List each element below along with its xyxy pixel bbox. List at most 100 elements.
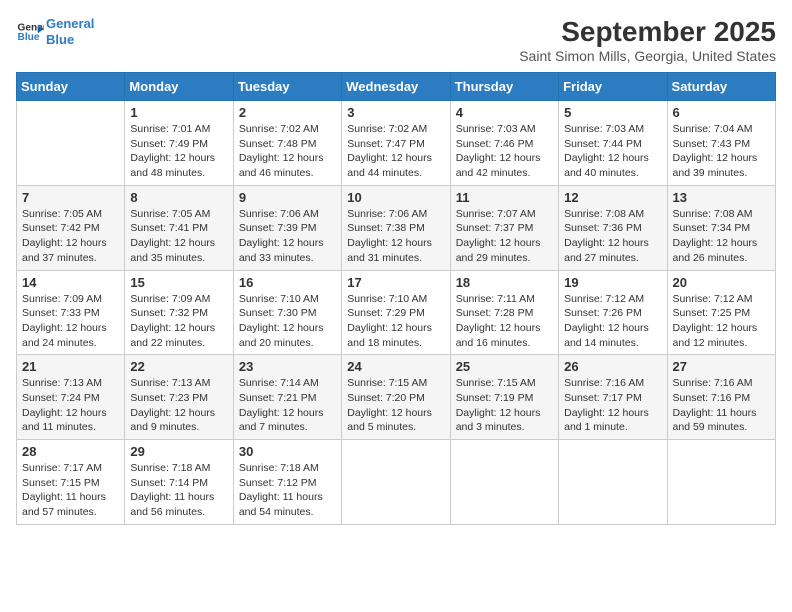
calendar-cell: 23 Sunrise: 7:14 AMSunset: 7:21 PMDayligh… [233,355,341,440]
day-number: 25 [456,359,553,374]
calendar-cell: 20Sunrise: 7:12 AMSunset: 7:25 PMDayligh… [667,270,775,355]
day-info: Sunrise: 7:01 AMSunset: 7:49 PMDaylight:… [130,122,227,181]
logo-line1: General [46,16,94,31]
calendar-cell: 5Sunrise: 7:03 AMSunset: 7:44 PMDaylight… [559,101,667,186]
day-info: Sunrise: 7:18 AMSunset: 7:14 PMDaylight:… [130,461,227,520]
logo-text: General Blue [46,16,94,47]
location-title: Saint Simon Mills, Georgia, United State… [519,48,776,64]
day-number: 17 [347,275,444,290]
day-number: 14 [22,275,119,290]
calendar-cell [450,440,558,525]
day-info: Sunrise: 7:17 AMSunset: 7:15 PMDaylight:… [22,461,119,520]
calendar-cell: 8 Sunrise: 7:05 AMSunset: 7:41 PMDaylight… [125,185,233,270]
day-info: Sunrise: 7:10 AMSunset: 7:29 PMDaylight:… [347,292,444,351]
calendar-cell [667,440,775,525]
header-friday: Friday [559,73,667,101]
calendar-cell: 28 Sunrise: 7:17 AMSunset: 7:15 PMDayligh… [17,440,125,525]
month-title: September 2025 [519,16,776,48]
day-number: 28 [22,444,119,459]
day-number: 23 [239,359,336,374]
day-number: 8 [130,190,227,205]
day-info: Sunrise: 7:09 AMSunset: 7:33 PMDaylight:… [22,292,119,351]
calendar-body: 1 Sunrise: 7:01 AMSunset: 7:49 PMDaylight… [17,101,776,525]
calendar-cell: 26 Sunrise: 7:16 AMSunset: 7:17 PMDayligh… [559,355,667,440]
day-info: Sunrise: 7:04 AMSunset: 7:43 PMDaylight:… [673,122,770,181]
day-number: 5 [564,105,661,120]
day-number: 27 [673,359,770,374]
calendar-cell: 12Sunrise: 7:08 AMSunset: 7:36 PMDayligh… [559,185,667,270]
calendar-cell: 15 Sunrise: 7:09 AMSunset: 7:32 PMDayligh… [125,270,233,355]
calendar-table: SundayMondayTuesdayWednesdayThursdayFrid… [16,72,776,525]
day-number: 30 [239,444,336,459]
header-tuesday: Tuesday [233,73,341,101]
day-info: Sunrise: 7:05 AMSunset: 7:41 PMDaylight:… [130,207,227,266]
day-info: Sunrise: 7:18 AMSunset: 7:12 PMDaylight:… [239,461,336,520]
day-number: 21 [22,359,119,374]
calendar-cell: 11 Sunrise: 7:07 AMSunset: 7:37 PMDayligh… [450,185,558,270]
day-info: Sunrise: 7:07 AMSunset: 7:37 PMDaylight:… [456,207,553,266]
day-number: 26 [564,359,661,374]
svg-text:Blue: Blue [18,31,40,42]
day-info: Sunrise: 7:08 AMSunset: 7:34 PMDaylight:… [673,207,770,266]
header-monday: Monday [125,73,233,101]
day-info: Sunrise: 7:15 AMSunset: 7:19 PMDaylight:… [456,376,553,435]
day-info: Sunrise: 7:05 AMSunset: 7:42 PMDaylight:… [22,207,119,266]
day-info: Sunrise: 7:16 AMSunset: 7:17 PMDaylight:… [564,376,661,435]
day-number: 6 [673,105,770,120]
header-saturday: Saturday [667,73,775,101]
day-number: 11 [456,190,553,205]
calendar-cell: 16 Sunrise: 7:10 AMSunset: 7:30 PMDayligh… [233,270,341,355]
day-info: Sunrise: 7:02 AMSunset: 7:47 PMDaylight:… [347,122,444,181]
calendar-week-0: 1 Sunrise: 7:01 AMSunset: 7:49 PMDaylight… [17,101,776,186]
day-number: 24 [347,359,444,374]
calendar-cell: 10 Sunrise: 7:06 AMSunset: 7:38 PMDayligh… [342,185,450,270]
day-number: 18 [456,275,553,290]
day-info: Sunrise: 7:13 AMSunset: 7:24 PMDaylight:… [22,376,119,435]
day-info: Sunrise: 7:15 AMSunset: 7:20 PMDaylight:… [347,376,444,435]
calendar-cell: 22Sunrise: 7:13 AMSunset: 7:23 PMDayligh… [125,355,233,440]
calendar-cell: 18Sunrise: 7:11 AMSunset: 7:28 PMDayligh… [450,270,558,355]
calendar-cell [559,440,667,525]
logo-icon: General Blue [16,18,44,46]
day-number: 19 [564,275,661,290]
logo: General Blue General Blue [16,16,94,47]
calendar-cell: 24 Sunrise: 7:15 AMSunset: 7:20 PMDayligh… [342,355,450,440]
calendar-cell: 9 Sunrise: 7:06 AMSunset: 7:39 PMDaylight… [233,185,341,270]
calendar-cell: 14 Sunrise: 7:09 AMSunset: 7:33 PMDayligh… [17,270,125,355]
calendar-cell: 19Sunrise: 7:12 AMSunset: 7:26 PMDayligh… [559,270,667,355]
calendar-cell: 29 Sunrise: 7:18 AMSunset: 7:14 PMDayligh… [125,440,233,525]
day-number: 4 [456,105,553,120]
day-info: Sunrise: 7:03 AMSunset: 7:46 PMDaylight:… [456,122,553,181]
day-number: 12 [564,190,661,205]
calendar-week-2: 14 Sunrise: 7:09 AMSunset: 7:33 PMDayligh… [17,270,776,355]
calendar-cell: 25 Sunrise: 7:15 AMSunset: 7:19 PMDayligh… [450,355,558,440]
day-number: 3 [347,105,444,120]
calendar-cell: 21 Sunrise: 7:13 AMSunset: 7:24 PMDayligh… [17,355,125,440]
title-block: September 2025 Saint Simon Mills, Georgi… [519,16,776,64]
header-wednesday: Wednesday [342,73,450,101]
calendar-cell: 27Sunrise: 7:16 AMSunset: 7:16 PMDayligh… [667,355,775,440]
day-info: Sunrise: 7:06 AMSunset: 7:39 PMDaylight:… [239,207,336,266]
calendar-week-4: 28 Sunrise: 7:17 AMSunset: 7:15 PMDayligh… [17,440,776,525]
day-number: 22 [130,359,227,374]
calendar-cell: 17 Sunrise: 7:10 AMSunset: 7:29 PMDayligh… [342,270,450,355]
day-info: Sunrise: 7:10 AMSunset: 7:30 PMDaylight:… [239,292,336,351]
day-number: 1 [130,105,227,120]
calendar-cell: 7 Sunrise: 7:05 AMSunset: 7:42 PMDaylight… [17,185,125,270]
day-number: 2 [239,105,336,120]
day-number: 10 [347,190,444,205]
calendar-cell: 13Sunrise: 7:08 AMSunset: 7:34 PMDayligh… [667,185,775,270]
day-number: 29 [130,444,227,459]
day-info: Sunrise: 7:02 AMSunset: 7:48 PMDaylight:… [239,122,336,181]
day-info: Sunrise: 7:06 AMSunset: 7:38 PMDaylight:… [347,207,444,266]
day-number: 15 [130,275,227,290]
day-number: 16 [239,275,336,290]
day-info: Sunrise: 7:09 AMSunset: 7:32 PMDaylight:… [130,292,227,351]
day-info: Sunrise: 7:14 AMSunset: 7:21 PMDaylight:… [239,376,336,435]
calendar-cell: 6 Sunrise: 7:04 AMSunset: 7:43 PMDaylight… [667,101,775,186]
day-number: 9 [239,190,336,205]
calendar-week-3: 21 Sunrise: 7:13 AMSunset: 7:24 PMDayligh… [17,355,776,440]
day-number: 7 [22,190,119,205]
logo-line2: Blue [46,32,74,47]
calendar-header-row: SundayMondayTuesdayWednesdayThursdayFrid… [17,73,776,101]
